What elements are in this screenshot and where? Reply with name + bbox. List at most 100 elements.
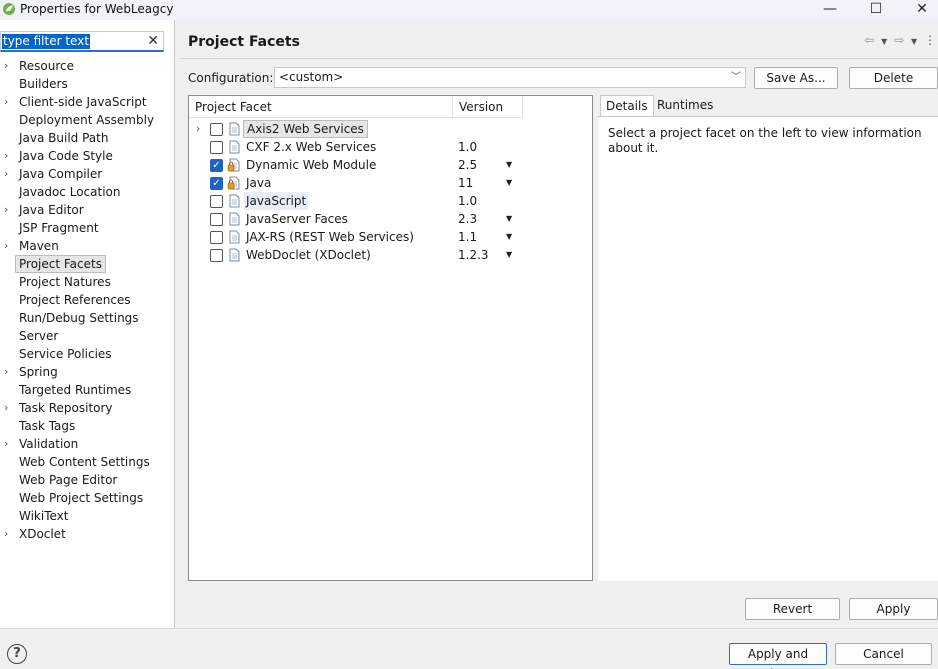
chevron-right-icon[interactable]: ›	[4, 201, 8, 219]
facet-version[interactable]: 2.3	[458, 210, 477, 228]
chevron-right-icon[interactable]: ›	[4, 525, 8, 543]
sidebar-item[interactable]: Builders	[0, 75, 174, 93]
back-dropdown-icon[interactable]: ▼	[881, 37, 887, 46]
chevron-right-icon[interactable]: ›	[4, 93, 8, 111]
sidebar-item[interactable]: Java Build Path	[0, 129, 174, 147]
facet-row[interactable]: JavaServer Faces 2.3 ▼	[189, 210, 592, 228]
revert-button[interactable]: Revert	[745, 598, 840, 620]
version-dropdown-icon[interactable]: ▼	[506, 246, 512, 264]
facet-checkbox[interactable]	[210, 195, 223, 208]
facet-checkbox[interactable]	[210, 213, 223, 226]
maximize-button[interactable]: ☐	[854, 0, 898, 20]
filter-input[interactable]: type filter text ✕	[0, 31, 164, 52]
sidebar-item[interactable]: JSP Fragment	[0, 219, 174, 237]
sidebar-item[interactable]: Web Project Settings	[0, 489, 174, 507]
facet-row[interactable]: ✓ Java 11 ▼	[189, 174, 592, 192]
facet-row[interactable]: JavaScript 1.0	[189, 192, 592, 210]
sidebar-item[interactable]: Run/Debug Settings	[0, 309, 174, 327]
sidebar-item[interactable]: › XDoclet	[0, 525, 174, 543]
version-dropdown-icon[interactable]: ▼	[506, 156, 512, 174]
sidebar-item[interactable]: › Maven	[0, 237, 174, 255]
page-icon	[229, 230, 240, 244]
chevron-right-icon[interactable]: ›	[196, 120, 200, 138]
facet-checkbox[interactable]: ✓	[210, 159, 223, 172]
back-arrow-icon[interactable]: ⇦	[864, 33, 874, 47]
delete-button[interactable]: Delete	[849, 67, 938, 89]
sidebar-item[interactable]: Web Content Settings	[0, 453, 174, 471]
facet-row[interactable]: WebDoclet (XDoclet) 1.2.3 ▼	[189, 246, 592, 264]
chevron-right-icon[interactable]: ›	[4, 57, 8, 75]
facet-checkbox[interactable]	[210, 249, 223, 262]
chevron-right-icon[interactable]: ›	[4, 237, 8, 255]
sidebar-item[interactable]: Service Policies	[0, 345, 174, 363]
filter-text[interactable]: type filter text	[2, 34, 91, 49]
view-menu-icon[interactable]: ⋮	[924, 33, 936, 47]
sidebar-item[interactable]: Project Natures	[0, 273, 174, 291]
column-header-facet[interactable]: Project Facet	[189, 96, 453, 118]
facet-name: WebDoclet (XDoclet)	[246, 248, 371, 262]
chevron-right-icon[interactable]: ›	[4, 165, 8, 183]
sidebar-item[interactable]: › Java Code Style	[0, 147, 174, 165]
facet-checkbox[interactable]: ✓	[210, 177, 223, 190]
facet-version[interactable]: 1.0	[458, 138, 477, 156]
apply-button[interactable]: Apply	[849, 598, 938, 620]
sidebar-item-label: Builders	[19, 77, 68, 91]
sidebar-item[interactable]: Javadoc Location	[0, 183, 174, 201]
page-title: Project Facets	[188, 34, 300, 50]
facet-row[interactable]: ✓ Dynamic Web Module 2.5 ▼	[189, 156, 592, 174]
close-window-button[interactable]: ✕	[900, 0, 938, 20]
sidebar-item[interactable]: Project Facets	[0, 255, 174, 273]
facet-version[interactable]: 11	[458, 174, 473, 192]
facet-checkbox[interactable]	[210, 123, 223, 136]
forward-arrow-icon[interactable]: ⇨	[894, 33, 904, 47]
sidebar-item[interactable]: › Client-side JavaScript	[0, 93, 174, 111]
tab-runtimes[interactable]: Runtimes	[652, 95, 718, 117]
header-divider	[180, 58, 938, 59]
apply-and-close-button[interactable]: Apply and Close	[729, 643, 827, 669]
sidebar-item[interactable]: › Task Repository	[0, 399, 174, 417]
minimize-button[interactable]: —	[808, 0, 852, 20]
facet-row[interactable]: CXF 2.x Web Services 1.0	[189, 138, 592, 156]
chevron-right-icon[interactable]: ›	[4, 147, 8, 165]
sidebar-item[interactable]: WikiText	[0, 507, 174, 525]
sidebar-item[interactable]: Server	[0, 327, 174, 345]
sidebar-item[interactable]: › Validation	[0, 435, 174, 453]
sidebar-item-label: Project Natures	[19, 275, 111, 289]
tab-details[interactable]: Details	[600, 95, 654, 117]
configuration-select[interactable]: <custom> ﹀	[274, 67, 746, 88]
chevron-right-icon[interactable]: ›	[4, 399, 8, 417]
facet-version[interactable]: 1.0	[458, 192, 477, 210]
help-icon[interactable]: ?	[7, 644, 27, 664]
facet-row[interactable]: › Axis2 Web Services	[189, 120, 592, 138]
sidebar-item-label: Java Compiler	[19, 167, 103, 181]
sidebar-item-label: Task Repository	[19, 401, 113, 415]
sidebar-item[interactable]: Project References	[0, 291, 174, 309]
column-header-version[interactable]: Version	[453, 96, 523, 118]
version-dropdown-icon[interactable]: ▼	[506, 210, 512, 228]
facet-checkbox[interactable]	[210, 141, 223, 154]
forward-dropdown-icon[interactable]: ▼	[911, 37, 917, 46]
chevron-right-icon[interactable]: ›	[4, 435, 8, 453]
facet-version[interactable]: 1.2.3	[458, 246, 489, 264]
facet-row[interactable]: JAX-RS (REST Web Services) 1.1 ▼	[189, 228, 592, 246]
sidebar-item[interactable]: › Java Compiler	[0, 165, 174, 183]
sidebar-item[interactable]: Deployment Assembly	[0, 111, 174, 129]
sidebar-item[interactable]: › Resource	[0, 57, 174, 75]
cancel-button[interactable]: Cancel	[835, 643, 932, 665]
sidebar-item[interactable]: › Java Editor	[0, 201, 174, 219]
version-dropdown-icon[interactable]: ▼	[506, 228, 512, 246]
facet-name: JavaServer Faces	[246, 212, 348, 226]
chevron-right-icon[interactable]: ›	[4, 363, 8, 381]
sidebar-item[interactable]: › Spring	[0, 363, 174, 381]
facet-version[interactable]: 2.5	[458, 156, 477, 174]
save-as-button[interactable]: Save As...	[754, 67, 838, 89]
clear-filter-icon[interactable]: ✕	[147, 32, 159, 50]
facet-version[interactable]: 1.1	[458, 228, 477, 246]
version-dropdown-icon[interactable]: ▼	[506, 174, 512, 192]
page-icon	[229, 194, 240, 208]
sidebar-item[interactable]: Targeted Runtimes	[0, 381, 174, 399]
sidebar-item[interactable]: Task Tags	[0, 417, 174, 435]
details-text: Select a project facet on the left to vi…	[608, 126, 922, 155]
facet-checkbox[interactable]	[210, 231, 223, 244]
sidebar-item[interactable]: Web Page Editor	[0, 471, 174, 489]
